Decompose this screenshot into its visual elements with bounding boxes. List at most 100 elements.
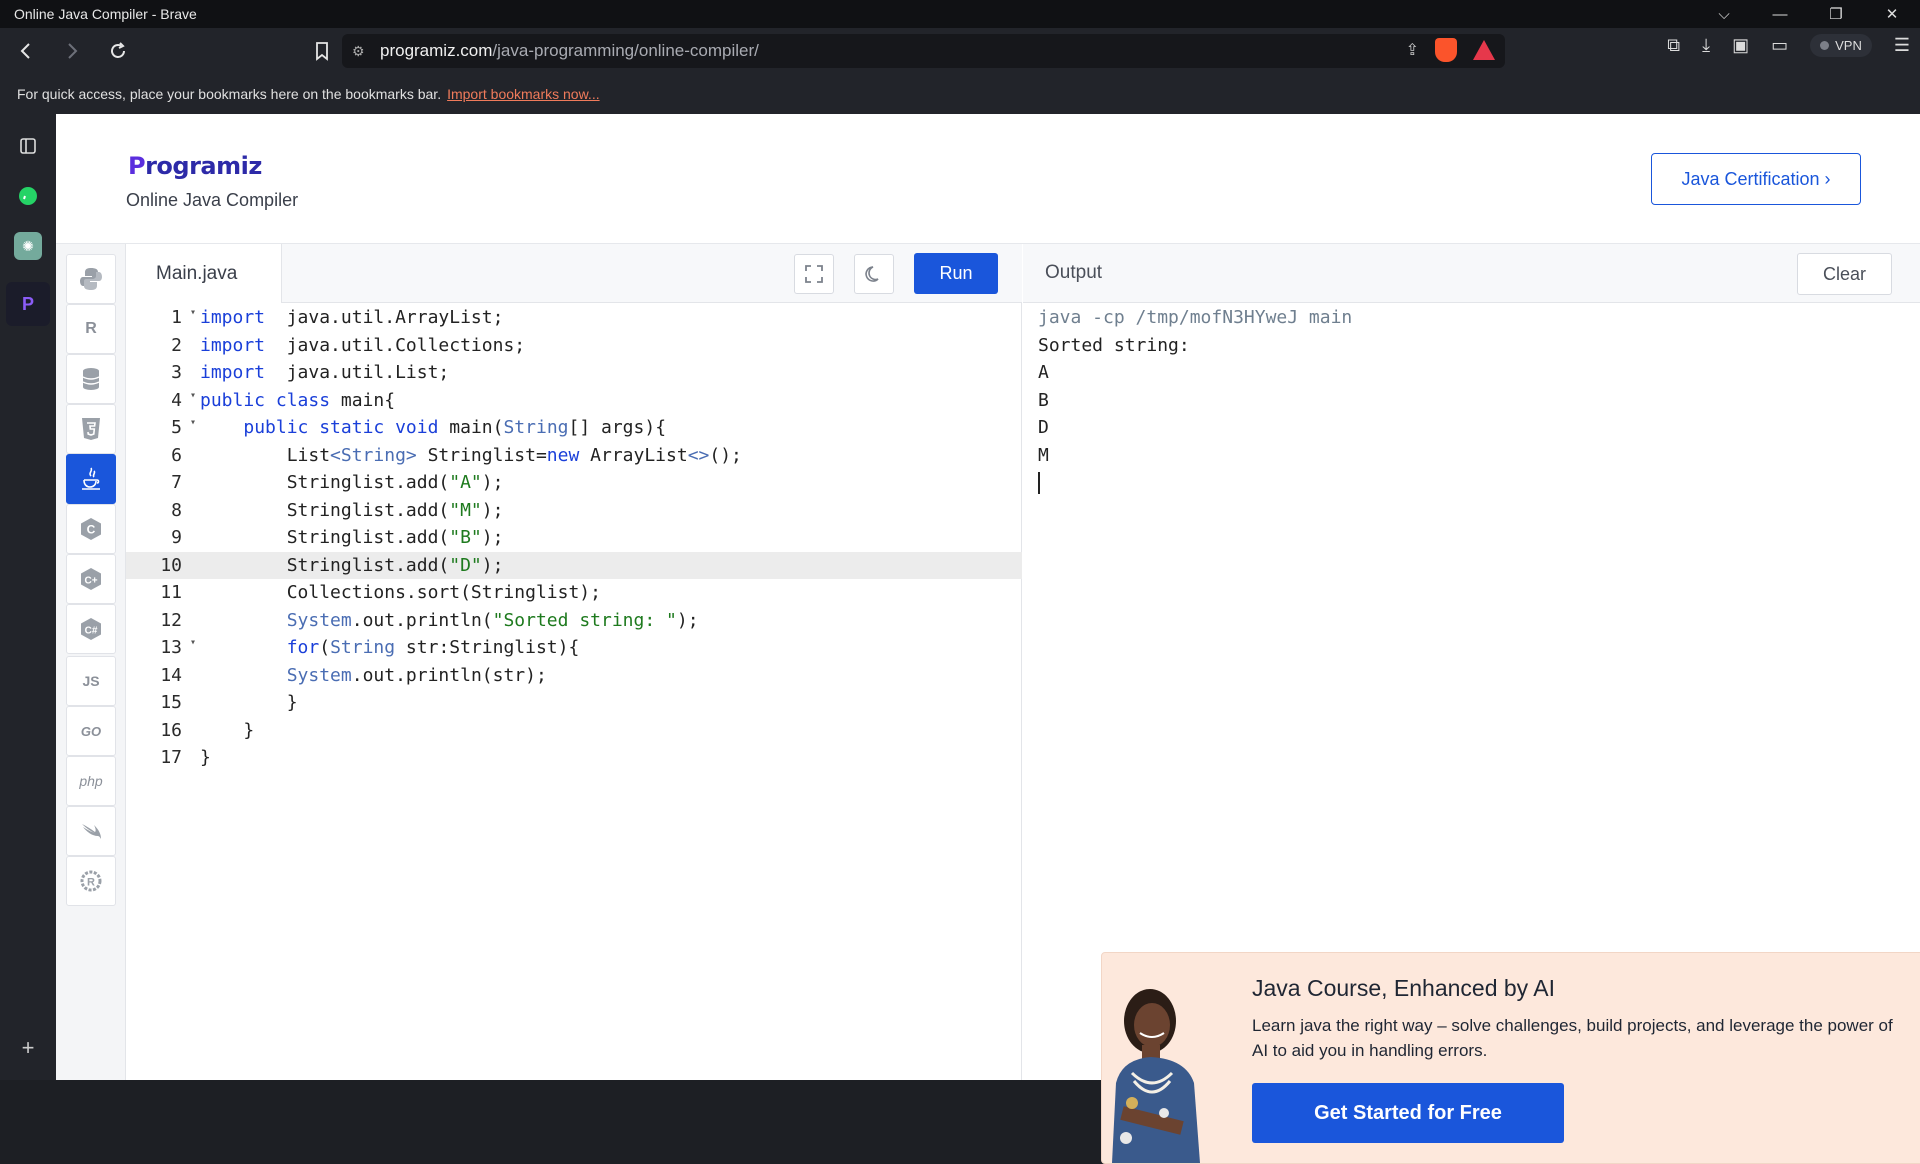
rust-icon[interactable]: R (66, 856, 116, 906)
code-line[interactable]: 10 Stringlist.add("D"); (126, 551, 1022, 579)
chatgpt-icon[interactable]: ✺ (14, 232, 42, 260)
sql-database-icon[interactable] (66, 354, 116, 404)
url-text[interactable]: programiz.com/java-programming/online-co… (380, 41, 759, 61)
swift-icon[interactable] (66, 806, 116, 856)
code-text: } (200, 747, 211, 769)
java-icon[interactable] (66, 454, 116, 504)
brave-rewards-icon[interactable] (1473, 40, 1495, 60)
code-line[interactable]: 16 } (126, 717, 1022, 745)
svg-text:C#: C# (85, 626, 98, 637)
browser-toolbar: ⚙ programiz.com/java-programming/online-… (0, 28, 1920, 74)
r-language-icon[interactable]: R (66, 304, 116, 354)
c-language-icon[interactable]: C (66, 504, 116, 554)
line-number: 12 (160, 609, 182, 631)
code-area[interactable]: 1 ▾ import java.util.ArrayList; 2 import jav… (126, 304, 1022, 772)
import-bookmarks-link[interactable]: Import bookmarks now... (447, 86, 600, 102)
back-arrow-icon[interactable] (6, 31, 46, 71)
svg-text:C+: C+ (84, 576, 97, 587)
line-number: 4 ▾ (171, 389, 196, 411)
code-text: } (200, 692, 298, 714)
programiz-page: Programiz Online Java Compiler Java Cert… (56, 114, 1920, 1164)
dark-mode-icon[interactable] (854, 254, 894, 294)
code-line[interactable]: 1 ▾ import java.util.ArrayList; (126, 304, 1022, 332)
code-line[interactable]: 9 Stringlist.add("B"); (126, 524, 1022, 552)
vpn-button[interactable]: VPN (1810, 34, 1872, 57)
site-settings-icon[interactable]: ⚙ (352, 43, 380, 60)
code-line[interactable]: 6 List<String> Stringlist=new ArrayList<… (126, 442, 1022, 470)
java-certification-button[interactable]: Java Certification › (1651, 153, 1861, 205)
download-icon[interactable]: ⤓ (1702, 35, 1710, 56)
code-line[interactable]: 7 Stringlist.add("A"); (126, 469, 1022, 497)
programiz-shortcut-icon[interactable]: P (6, 282, 50, 326)
clear-button[interactable]: Clear (1797, 253, 1892, 295)
code-line[interactable]: 14 System.out.println(str); (126, 662, 1022, 690)
code-line[interactable]: 12 System.out.println("Sorted string: ")… (126, 607, 1022, 635)
output-line: M (1038, 444, 1049, 466)
cpp-icon[interactable]: C+ (66, 554, 116, 604)
php-icon[interactable]: php (66, 756, 116, 806)
fold-toggle-icon[interactable]: ▾ (190, 307, 196, 318)
html5-icon[interactable] (66, 404, 116, 454)
bookmarks-hint: For quick access, place your bookmarks h… (17, 86, 442, 102)
brave-shields-icon[interactable] (1435, 38, 1457, 62)
code-text: Stringlist.add("B"); (200, 527, 504, 549)
code-line[interactable]: 17} (126, 744, 1022, 772)
forward-arrow-icon[interactable] (52, 31, 92, 71)
extensions-icon[interactable]: ⧉ (1667, 35, 1680, 56)
restore-button[interactable]: ❐ (1808, 0, 1864, 28)
code-line[interactable]: 8 Stringlist.add("M"); (126, 497, 1022, 525)
fold-toggle-icon[interactable]: ▾ (190, 390, 196, 401)
close-window-button[interactable]: ✕ (1864, 0, 1920, 28)
code-line[interactable]: 4 ▾ public class main{ (126, 387, 1022, 415)
whatsapp-icon[interactable] (14, 182, 42, 210)
editor-tabbar: Main.java Run (126, 244, 1022, 303)
window-title: Online Java Compiler - Brave (14, 6, 197, 22)
share-icon[interactable]: ⇪ (1406, 40, 1419, 60)
wallet-icon[interactable]: ▭ (1771, 35, 1788, 56)
programiz-logo[interactable]: Programiz (128, 152, 262, 180)
reload-icon[interactable] (98, 31, 138, 71)
code-text: System.out.println(str); (286, 664, 547, 686)
fold-toggle-icon[interactable]: ▾ (190, 637, 196, 648)
code-line[interactable]: 13 ▾ for(String str:Stringlist){ (126, 634, 1022, 662)
code-text: Collections.sort(Stringlist); (200, 582, 601, 604)
code-line[interactable]: 2 import java.util.Collections; (126, 332, 1022, 360)
code-line[interactable]: 11 Collections.sort(Stringlist); (126, 579, 1022, 607)
java-course-ad: Java Course, Enhanced by AI Learn java t… (1101, 952, 1920, 1164)
code-text: import java.util.ArrayList; (200, 307, 504, 329)
code-text: Stringlist.add("D"); (200, 554, 504, 576)
code-line[interactable]: 5 ▾ public static void main(String[] args… (126, 414, 1022, 442)
file-tab-main-java[interactable]: Main.java (126, 244, 282, 303)
go-icon[interactable]: GO (66, 706, 116, 756)
menu-icon[interactable]: ☰ (1894, 35, 1910, 56)
sidebar-panel-icon[interactable] (14, 132, 42, 160)
page-subtitle: Online Java Compiler (126, 190, 299, 210)
add-sidebar-item-icon[interactable]: + (14, 1034, 42, 1062)
code-line[interactable]: 15 } (126, 689, 1022, 717)
get-started-button[interactable]: Get Started for Free (1252, 1083, 1564, 1143)
line-number: 1 ▾ (171, 307, 196, 329)
fold-toggle-icon[interactable]: ▾ (190, 417, 196, 428)
line-number: 14 (160, 664, 182, 686)
output-label: Output (1045, 262, 1103, 283)
sidebar-toggle-icon[interactable]: ▣ (1732, 35, 1749, 56)
code-text: System.out.println("Sorted string: "); (286, 609, 699, 631)
browser-sidebar: ✺ P + (0, 114, 56, 1080)
line-number: 2 (171, 334, 182, 356)
code-text: import java.util.Collections; (200, 334, 526, 356)
python-icon[interactable] (66, 254, 116, 304)
minimize-button[interactable]: — (1752, 0, 1808, 28)
code-text: } (200, 719, 255, 741)
javascript-icon[interactable]: JS (66, 656, 116, 706)
code-line[interactable]: 3 import java.util.List; (126, 359, 1022, 387)
bookmark-icon[interactable] (302, 31, 342, 71)
text-cursor (1038, 469, 1352, 497)
fullscreen-icon[interactable] (794, 254, 834, 294)
run-button[interactable]: Run (914, 253, 998, 294)
code-text: Stringlist.add("M"); (200, 499, 504, 521)
tab-search-icon[interactable]: ⌵ (1696, 0, 1752, 28)
address-bar[interactable]: ⚙ programiz.com/java-programming/online-… (342, 34, 1505, 68)
line-number: 10 (160, 554, 182, 576)
output-console[interactable]: java -cp /tmp/mofN3HYweJ main Sorted str… (1038, 304, 1352, 497)
csharp-icon[interactable]: C# (66, 604, 116, 654)
